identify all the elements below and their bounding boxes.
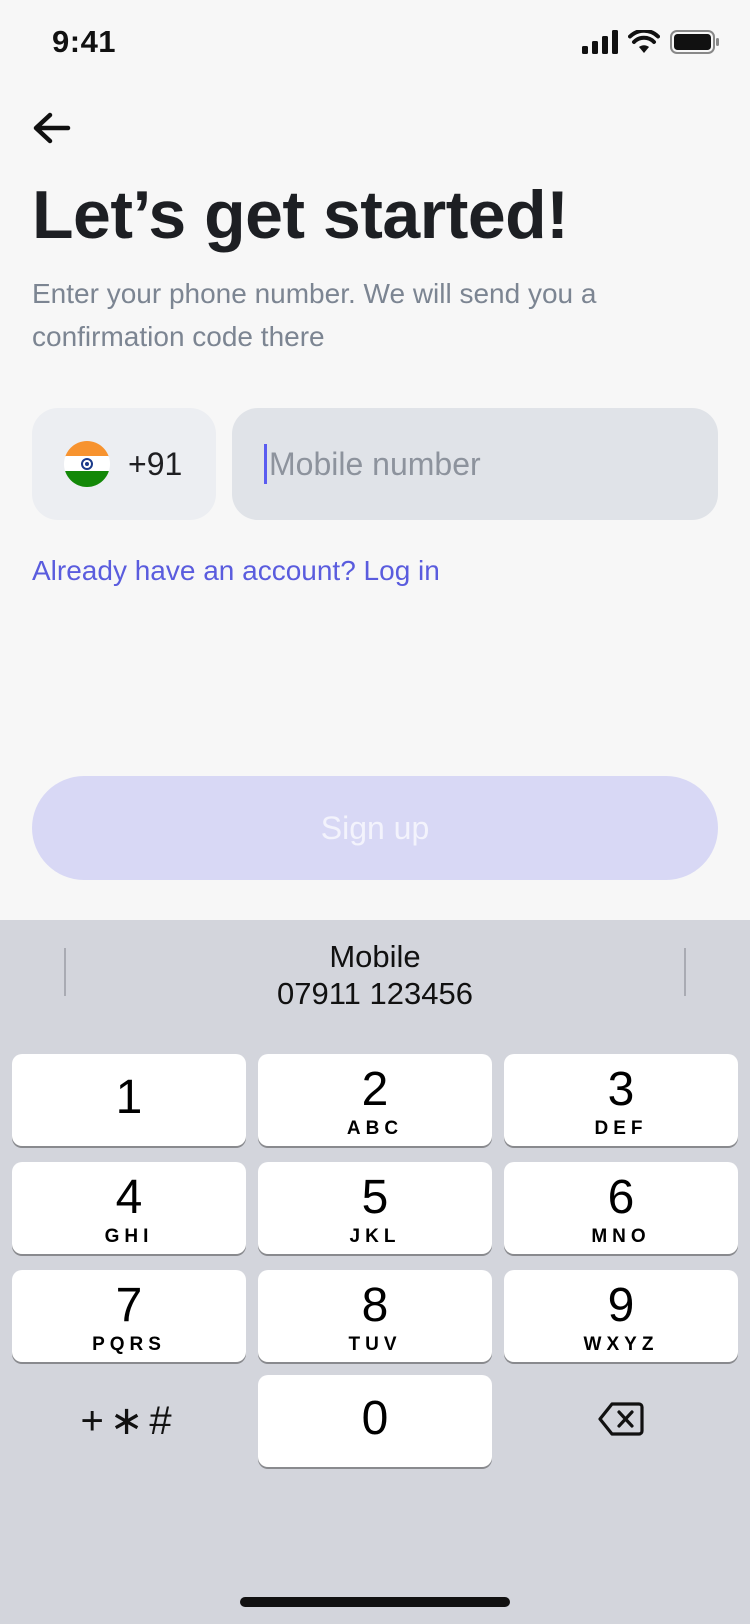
- key-number: 6: [607, 1171, 635, 1224]
- symbols-key[interactable]: +∗#: [12, 1375, 246, 1467]
- backspace-icon: [597, 1401, 645, 1442]
- key-5[interactable]: 5 JKL: [258, 1162, 492, 1254]
- key-2[interactable]: 2 ABC: [258, 1054, 492, 1146]
- mobile-number-input[interactable]: [269, 445, 689, 483]
- key-number: 1: [115, 1071, 143, 1124]
- suggestion-value: 07911 123456: [277, 976, 473, 1011]
- key-letters: TUV: [348, 1334, 402, 1355]
- suggestion-label: Mobile: [329, 939, 421, 974]
- key-4[interactable]: 4 GHI: [12, 1162, 246, 1254]
- wifi-icon: [628, 28, 660, 59]
- key-8[interactable]: 8 TUV: [258, 1270, 492, 1362]
- key-3[interactable]: 3 DEF: [504, 1054, 738, 1146]
- home-indicator: [240, 1597, 510, 1607]
- key-letters: PQRS: [92, 1334, 166, 1355]
- key-letters: GHI: [104, 1226, 154, 1247]
- key-letters: JKL: [349, 1226, 401, 1247]
- login-link[interactable]: Already have an account? Log in: [32, 555, 440, 587]
- key-number: 5: [361, 1171, 389, 1224]
- text-caret: [264, 444, 267, 484]
- page-title: Let’s get started!: [32, 177, 569, 253]
- key-9[interactable]: 9 WXYZ: [504, 1270, 738, 1362]
- key-6[interactable]: 6 MNO: [504, 1162, 738, 1254]
- key-number: 9: [607, 1279, 635, 1332]
- key-number: 4: [115, 1171, 143, 1224]
- key-number: 7: [115, 1279, 143, 1332]
- country-code-picker[interactable]: +91: [32, 408, 216, 520]
- status-bar: 9:41: [0, 0, 750, 90]
- numeric-keyboard: Mobile 07911 123456 1 2 ABC 3 DEF 4 GHI …: [0, 920, 750, 1624]
- key-letters: DEF: [594, 1118, 648, 1139]
- status-time: 9:41: [52, 24, 117, 59]
- keyboard-suggestion-bar: Mobile 07911 123456: [0, 920, 750, 1022]
- arrow-left-icon: [32, 111, 72, 150]
- suggestion-divider-right: [684, 948, 686, 996]
- key-7[interactable]: 7 PQRS: [12, 1270, 246, 1362]
- india-flag-icon: [64, 441, 110, 487]
- page-subtitle: Enter your phone number. We will send yo…: [32, 278, 597, 352]
- key-number: 2: [361, 1063, 389, 1116]
- dial-code: +91: [128, 445, 183, 482]
- key-letters: MNO: [591, 1226, 651, 1247]
- phone-field[interactable]: [232, 408, 718, 520]
- delete-key[interactable]: [504, 1375, 738, 1467]
- key-letters: WXYZ: [583, 1334, 659, 1355]
- key-number: 8: [361, 1279, 389, 1332]
- phone-suggestion[interactable]: Mobile 07911 123456: [0, 938, 750, 1012]
- back-button[interactable]: [30, 108, 74, 152]
- battery-icon: [670, 30, 720, 59]
- status-icons: [582, 28, 720, 59]
- key-number: 0: [361, 1392, 389, 1445]
- signal-icon: [582, 30, 618, 59]
- key-number: 3: [607, 1063, 635, 1116]
- key-0[interactable]: 0: [258, 1375, 492, 1467]
- key-letters: ABC: [346, 1118, 404, 1139]
- key-1[interactable]: 1: [12, 1054, 246, 1146]
- sign-up-button[interactable]: Sign up: [32, 776, 718, 880]
